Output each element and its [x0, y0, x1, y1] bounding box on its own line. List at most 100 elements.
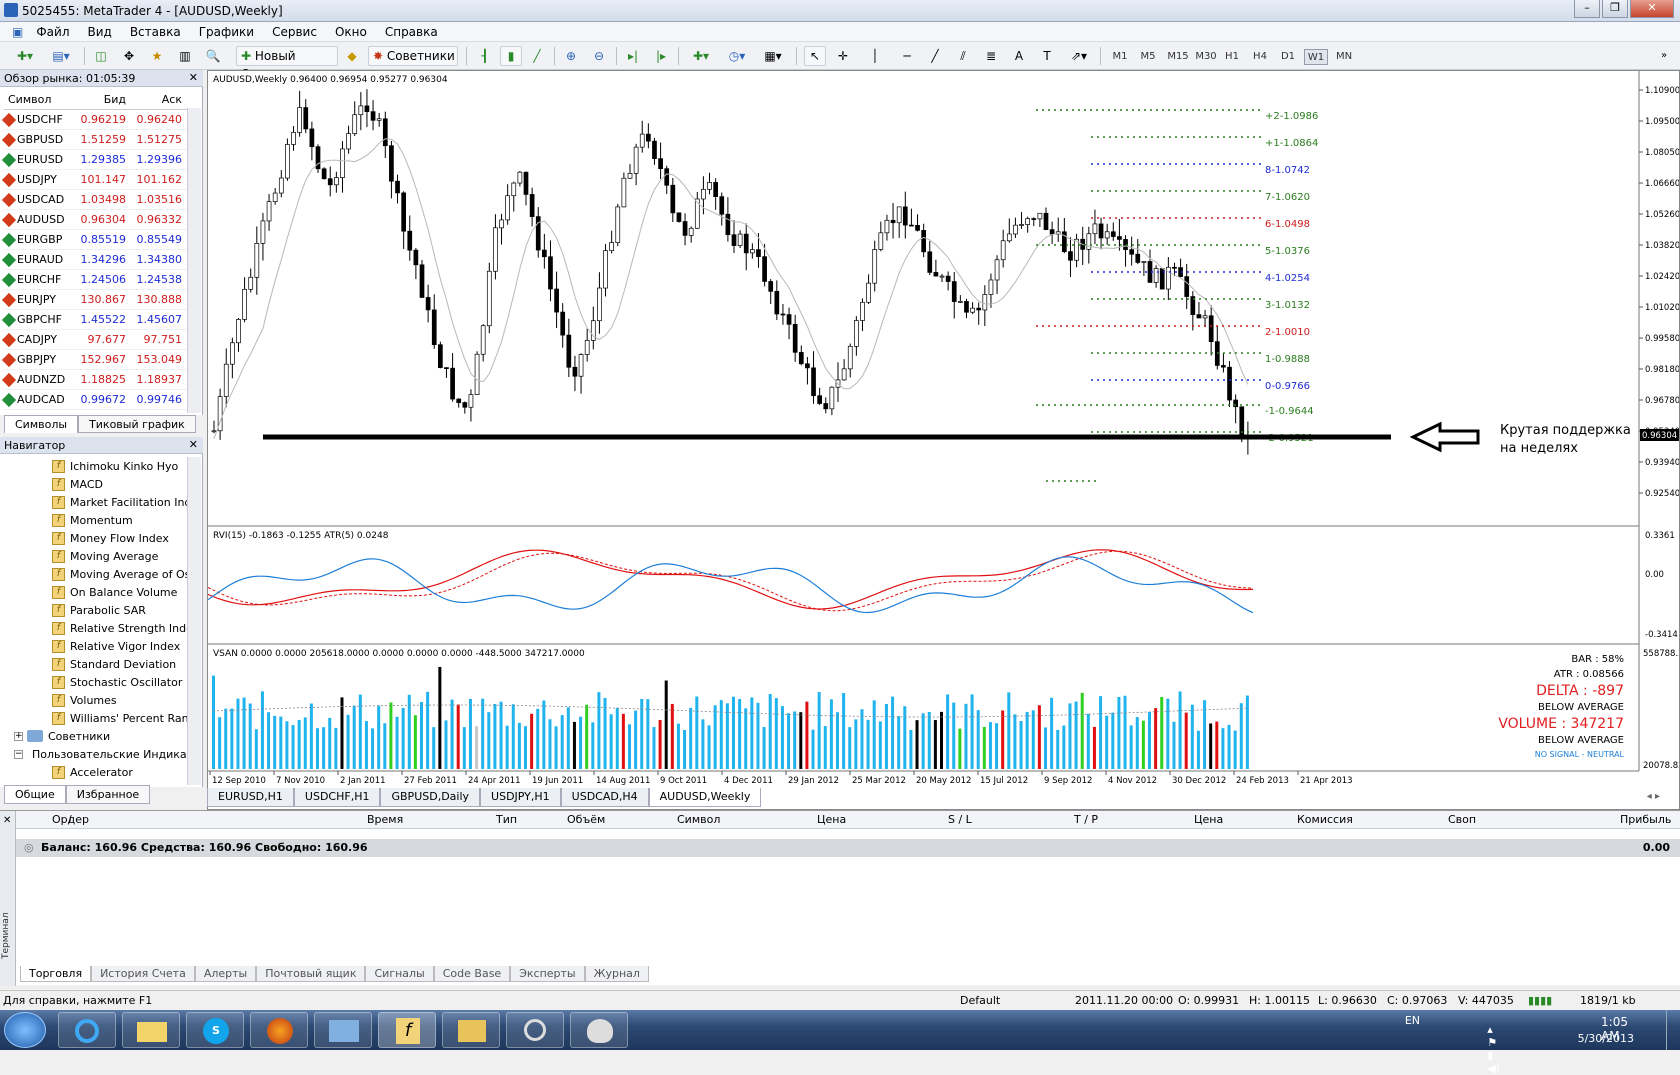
navigator-folder[interactable]: −Пользовательские Индикаторы	[0, 745, 187, 763]
market-watch-row[interactable]: USDCHF 0.96219 0.96240	[1, 110, 187, 130]
navigator-indicator-item[interactable]: f Accelerator	[0, 763, 187, 781]
market-watch-scrollbar[interactable]	[187, 108, 201, 413]
navigator-indicator-item[interactable]: f Moving Average	[0, 547, 187, 565]
navigator-indicator-item[interactable]: f Momentum	[0, 511, 187, 529]
navigator-indicator-item[interactable]: f Moving Average of Oscillator	[0, 565, 187, 583]
menu-charts[interactable]: Графики	[190, 25, 263, 39]
metatrader-task-icon[interactable]: f	[378, 1012, 436, 1048]
col-time[interactable]: Время	[367, 813, 403, 826]
chart-window[interactable]: +2-1.0986 +1-1.0864 8-1.0742 7-1.0620 6-1.04…	[207, 70, 1680, 810]
arrows-icon[interactable]: ⇗▾	[1064, 46, 1094, 66]
close-button[interactable]: ✕	[1630, 0, 1674, 18]
terminal-tab[interactable]: Code Base	[433, 966, 511, 982]
market-watch-row[interactable]: AUDCAD 0.99672 0.99746	[1, 390, 187, 410]
periods-icon[interactable]: ◷▾	[722, 46, 752, 66]
terminal-close-icon[interactable]: ✕	[3, 815, 11, 826]
advisors-button[interactable]: ✸ Советники	[368, 46, 458, 66]
col-symbol[interactable]: Символ	[677, 813, 720, 826]
col-swap[interactable]: Своп	[1448, 813, 1476, 826]
tf-mn[interactable]: MN	[1332, 49, 1356, 65]
line-chart-icon[interactable]: ╱	[526, 46, 548, 66]
market-watch-row[interactable]: CADJPY 97.677 97.751	[1, 330, 187, 350]
menu-tools[interactable]: Сервис	[263, 25, 326, 39]
navigator-scrollbar[interactable]	[187, 457, 201, 785]
navigator-indicator-item[interactable]: f Stochastic Oscillator	[0, 673, 187, 691]
tf-m1[interactable]: M1	[1108, 49, 1132, 65]
terminal-tab[interactable]: Сигналы	[365, 966, 434, 982]
profiles-icon[interactable]: ▤▾	[46, 46, 76, 66]
new-chart-icon[interactable]: ✚▾	[10, 46, 40, 66]
navigator-close-icon[interactable]: ✕	[189, 438, 198, 451]
menu-file[interactable]: Файл	[27, 25, 78, 39]
market-watch-row[interactable]: AUDUSD 0.96304 0.96332	[1, 210, 187, 230]
menu-help[interactable]: Справка	[376, 25, 447, 39]
tf-h4[interactable]: H4	[1248, 49, 1272, 65]
navigator-indicator-item[interactable]: f Parabolic SAR	[0, 601, 187, 619]
trendline-icon[interactable]: ╱	[924, 46, 946, 66]
navigator-folder[interactable]: + Советники	[0, 727, 187, 745]
zoom-in-icon[interactable]: ⊕	[560, 46, 582, 66]
col-commission[interactable]: Комиссия	[1297, 813, 1353, 826]
notes-icon[interactable]	[442, 1012, 500, 1048]
market-watch-row[interactable]: EURAUD 1.34296 1.34380	[1, 250, 187, 270]
col-price2[interactable]: Цена	[1194, 813, 1223, 826]
chart-tab[interactable]: EURUSD,H1	[207, 788, 294, 807]
terminal-tab[interactable]: История Счета	[91, 966, 195, 982]
horizontal-line-icon[interactable]: ─	[896, 46, 918, 66]
tester-icon[interactable]: 🔍	[202, 46, 224, 66]
navigator-indicator-item[interactable]: f Standard Deviation	[0, 655, 187, 673]
tf-h1[interactable]: H1	[1220, 49, 1244, 65]
start-button[interactable]	[4, 1012, 46, 1048]
label-icon[interactable]: T	[1036, 46, 1058, 66]
tab-favorites[interactable]: Избранное	[65, 785, 151, 804]
chart-tab[interactable]: USDJPY,H1	[480, 788, 561, 807]
chart-tab[interactable]: GBPUSD,Daily	[380, 788, 481, 807]
channel-icon[interactable]: ⫽	[952, 46, 974, 66]
navigator-indicator-item[interactable]: f Williams' Percent Range	[0, 709, 187, 727]
fibo-icon[interactable]: ≣	[980, 46, 1002, 66]
cursor-icon[interactable]: ↖	[804, 46, 826, 66]
search-icon[interactable]	[506, 1012, 564, 1048]
tab-tick-chart[interactable]: Тиковый график	[78, 415, 196, 433]
chart-tab[interactable]: USDCHF,H1	[293, 788, 381, 807]
market-watch-row[interactable]: AUDNZD 1.18825 1.18937	[1, 370, 187, 390]
explorer-icon[interactable]	[122, 1012, 180, 1048]
market-watch-row[interactable]: GBPJPY 152.967 153.049	[1, 350, 187, 370]
status-profile[interactable]: Default	[960, 994, 1000, 1007]
menu-window[interactable]: Окно	[326, 25, 376, 39]
terminal-tab[interactable]: Журнал	[584, 966, 649, 982]
expand-icon[interactable]: +	[14, 731, 23, 741]
navigator-indicator-item[interactable]: f Relative Vigor Index	[0, 637, 187, 655]
col-tp[interactable]: T / P	[1074, 813, 1098, 826]
ie-icon[interactable]	[58, 1012, 116, 1048]
market-watch-row[interactable]: EURJPY 130.867 130.888	[1, 290, 187, 310]
network-icon[interactable]	[314, 1012, 372, 1048]
text-icon[interactable]: A	[1008, 46, 1030, 66]
terminal-icon[interactable]: ▥	[174, 46, 196, 66]
skype-icon[interactable]: S	[186, 1012, 244, 1048]
tray-icons[interactable]: ▴ ⚑ ▮ ◀)	[1487, 1023, 1500, 1075]
new-order-button[interactable]: ✚ Новый Ордер	[236, 46, 338, 81]
navigator-indicator-item[interactable]: f Relative Strength Index	[0, 619, 187, 637]
chart-tab[interactable]: AUDUSD,Weekly	[648, 788, 762, 807]
navigator-indicator-item[interactable]: f Money Flow Index	[0, 529, 187, 547]
col-symbol[interactable]: Символ	[4, 90, 74, 109]
tf-m30[interactable]: M30	[1192, 49, 1220, 65]
market-watch-row[interactable]: USDJPY 101.147 101.162	[1, 170, 187, 190]
balance-row[interactable]: ◎ Баланс: 160.96 Средства: 160.96 Свобод…	[16, 839, 1680, 857]
maximize-button[interactable]: ❐	[1602, 0, 1628, 18]
navigator-indicator-item[interactable]: f On Balance Volume	[0, 583, 187, 601]
minimize-button[interactable]: –	[1574, 0, 1600, 18]
vertical-line-icon[interactable]: │	[864, 46, 886, 66]
lang-indicator[interactable]: EN	[1405, 1014, 1420, 1027]
terminal-tab[interactable]: Почтовый ящик	[256, 966, 366, 982]
show-desktop-button[interactable]	[1666, 1010, 1680, 1050]
toolbar-chevron-icon[interactable]: »	[1654, 46, 1674, 66]
templates-icon[interactable]: ▦▾	[758, 46, 788, 66]
navigator-indicator-item[interactable]: f Market Facilitation Index	[0, 493, 187, 511]
terminal-tab[interactable]: Эксперты	[510, 966, 585, 982]
zoom-out-icon[interactable]: ⊖	[588, 46, 610, 66]
market-watch-row[interactable]: EURGBP 0.85519 0.85549	[1, 230, 187, 250]
chart-canvas[interactable]: +2-1.0986 +1-1.0864 8-1.0742 7-1.0620 6-1.04…	[208, 71, 1679, 789]
col-profit[interactable]: Прибыль	[1620, 813, 1671, 826]
